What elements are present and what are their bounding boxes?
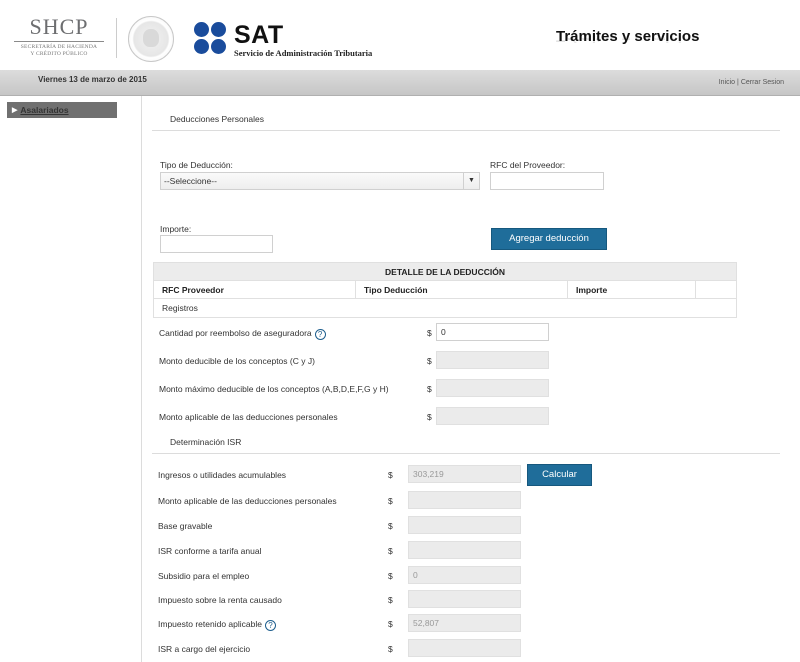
isr-monto-aplicable-label: Monto aplicable de las deducciones perso… <box>158 496 337 506</box>
page-header: SHCP SECRETARÍA DE HACIENDA Y CRÉDITO PÚ… <box>0 0 800 70</box>
monto-aplicable-deducciones-label: Monto aplicable de las deducciones perso… <box>159 412 338 422</box>
isr-a-cargo-input <box>408 639 521 657</box>
national-seal-icon <box>128 16 174 62</box>
calcular-button[interactable]: Calcular <box>527 464 592 486</box>
sat-logo-subtitle: Servicio de Administración Tributaria <box>234 48 373 58</box>
currency-symbol: $ <box>388 521 393 531</box>
monto-aplicable-deducciones-input <box>436 407 549 425</box>
currency-symbol: $ <box>388 571 393 581</box>
cerrar-sesion-link[interactable]: Cerrar Sesion <box>741 79 784 86</box>
sidebar-item-label: Asalariados <box>20 105 69 115</box>
rfc-proveedor-input[interactable] <box>490 172 604 190</box>
importe-label: Importe: <box>160 224 192 234</box>
inicio-link[interactable]: Inicio <box>719 79 735 86</box>
links-separator: | <box>737 79 739 86</box>
isr-causado-label: Impuesto sobre la renta causado <box>158 595 282 605</box>
tipo-deduccion-label: Tipo de Deducción: <box>160 160 233 170</box>
date-bar: Viernes 13 de marzo de 2015 Inicio | Cer… <box>0 70 800 96</box>
isr-row-6-label: Impuesto retenido aplicable? <box>158 619 276 631</box>
help-icon[interactable]: ? <box>264 620 276 631</box>
isr-divider <box>152 453 780 454</box>
detalle-deduccion-table: DETALLE DE LA DEDUCCIÓN RFC Proveedor Ti… <box>153 262 737 318</box>
detalle-title: DETALLE DE LA DEDUCCIÓN <box>154 263 736 281</box>
subsidio-empleo-input: 0 <box>408 566 521 584</box>
isr-tarifa-anual-input <box>408 541 521 559</box>
base-gravable-input <box>408 516 521 534</box>
current-date: Viernes 13 de marzo de 2015 <box>38 75 147 84</box>
ingresos-input: 303,219 <box>408 465 521 483</box>
page-title-reflection: Trámites y servicios <box>556 36 700 45</box>
currency-symbol: $ <box>388 470 393 480</box>
sat-logo-name: SAT <box>234 21 284 49</box>
shcp-logo-title: SHCP <box>29 14 89 39</box>
currency-symbol: $ <box>388 619 393 629</box>
currency-symbol: $ <box>388 496 393 506</box>
importe-input[interactable] <box>160 235 273 253</box>
currency-symbol: $ <box>388 644 393 654</box>
impuesto-retenido-input: 52,807 <box>408 614 521 632</box>
session-links: Inicio | Cerrar Sesion <box>719 79 784 86</box>
impuesto-retenido-label: Impuesto retenido aplicable <box>158 619 262 629</box>
shcp-logo-rule <box>14 41 104 42</box>
isr-causado-input <box>408 590 521 608</box>
registros-row: Registros <box>162 303 198 313</box>
table-header-row: RFC Proveedor Tipo Deducción Importe <box>154 281 736 299</box>
subsidio-empleo-label: Subsidio para el empleo <box>158 571 250 581</box>
monto-deducible-cj-label: Monto deducible de los conceptos (C y J) <box>159 356 315 366</box>
sidebar: ▶ Asalariados <box>0 96 142 662</box>
determinacion-isr-heading: Determinación ISR <box>170 437 242 447</box>
shcp-logo: SHCP SECRETARÍA DE HACIENDA Y CRÉDITO PÚ… <box>14 16 104 58</box>
tipo-deduccion-value: --Seleccione-- <box>164 176 217 186</box>
currency-symbol: $ <box>427 328 432 338</box>
tipo-deduccion-select[interactable]: --Seleccione-- ▼ <box>160 172 480 190</box>
isr-tarifa-anual-label: ISR conforme a tarifa anual <box>158 546 262 556</box>
agregar-deduccion-button[interactable]: Agregar deducción <box>491 228 607 250</box>
column-tipo-deduccion: Tipo Deducción <box>356 281 568 299</box>
currency-symbol: $ <box>427 384 432 394</box>
currency-symbol: $ <box>388 546 393 556</box>
base-gravable-label: Base gravable <box>158 521 213 531</box>
rfc-proveedor-label: RFC del Proveedor: <box>490 160 566 170</box>
caret-down-icon: ▼ <box>463 173 479 189</box>
currency-symbol: $ <box>427 412 432 422</box>
help-icon[interactable]: ? <box>314 329 326 340</box>
sat-dots-icon <box>194 22 228 56</box>
ingresos-label: Ingresos o utilidades acumulables <box>158 470 287 480</box>
deducciones-heading: Deducciones Personales <box>170 114 265 124</box>
monto-deducible-cj-input <box>436 351 549 369</box>
deducciones-divider <box>152 130 780 131</box>
header-divider <box>116 18 117 58</box>
monto-maximo-deducible-input <box>436 379 549 397</box>
isr-a-cargo-label: ISR a cargo del ejercicio <box>158 644 251 654</box>
monto-maximo-deducible-label: Monto máximo deducible de los conceptos … <box>159 384 389 394</box>
chevron-right-icon: ▶ <box>12 107 18 114</box>
column-importe: Importe <box>568 281 696 299</box>
shcp-logo-sub1: SECRETARÍA DE HACIENDA <box>20 44 98 50</box>
isr-monto-aplicable-input <box>408 491 521 509</box>
monto-row-0-label: Cantidad por reembolso de aseguradora? <box>159 328 326 340</box>
reembolso-aseguradora-label: Cantidad por reembolso de aseguradora <box>159 328 312 338</box>
column-rfc-proveedor: RFC Proveedor <box>154 281 356 299</box>
currency-symbol: $ <box>388 595 393 605</box>
sidebar-item-asalariados[interactable]: ▶ Asalariados <box>7 102 117 118</box>
shcp-logo-sub2: Y CRÉDITO PÚBLICO <box>30 51 88 57</box>
main-content: Deducciones Personales Tipo de Deducción… <box>142 96 800 662</box>
reembolso-aseguradora-input[interactable]: 0 <box>436 323 549 341</box>
currency-symbol: $ <box>427 356 432 366</box>
